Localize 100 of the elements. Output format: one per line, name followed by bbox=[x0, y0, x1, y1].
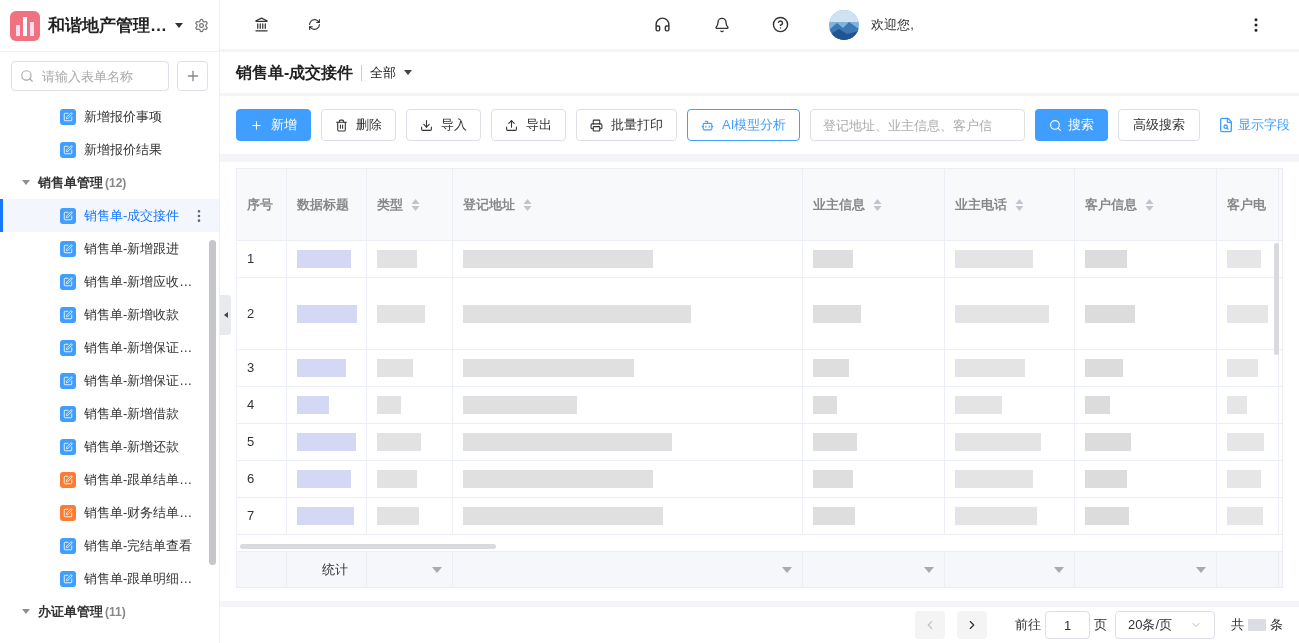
dropdown-icon[interactable] bbox=[1054, 566, 1064, 573]
sidebar-item[interactable]: 销售单-新增借款 bbox=[0, 397, 219, 430]
page-size-select[interactable]: 20条/页 bbox=[1115, 611, 1215, 639]
sidebar-item[interactable]: 销售单-跟单明细… bbox=[0, 562, 219, 595]
blurred-text bbox=[377, 304, 425, 323]
sort-icon[interactable] bbox=[523, 197, 532, 212]
scrollbar[interactable] bbox=[209, 240, 216, 565]
welcome-text: 欢迎您, bbox=[871, 15, 914, 34]
caret-icon bbox=[22, 609, 30, 614]
sidebar-item[interactable]: 销售单-新增应收… bbox=[0, 265, 219, 298]
sort-icon[interactable] bbox=[1015, 197, 1024, 212]
blurred-text bbox=[297, 304, 357, 323]
blurred-text bbox=[1227, 359, 1258, 377]
blurred-text bbox=[1227, 507, 1263, 525]
dropdown-icon[interactable] bbox=[432, 566, 442, 573]
row-number: 7 bbox=[247, 507, 255, 526]
blurred-text bbox=[377, 433, 421, 451]
sidebar-item[interactable]: 新增报价结果 bbox=[0, 133, 219, 166]
settings-icon[interactable] bbox=[194, 18, 209, 33]
row-number: 1 bbox=[247, 250, 255, 269]
row-number: 3 bbox=[247, 359, 255, 378]
row-number: 2 bbox=[247, 304, 255, 323]
sidebar-item[interactable]: 销售单-跟单结单… bbox=[0, 463, 219, 496]
blurred-text bbox=[813, 250, 853, 268]
blurred-text bbox=[377, 359, 413, 377]
toolbar-button[interactable]: 批量打印 bbox=[576, 109, 677, 141]
advanced-search-button[interactable]: 高级搜索 bbox=[1118, 109, 1201, 141]
sort-icon[interactable] bbox=[1145, 197, 1154, 212]
dropdown-icon[interactable] bbox=[782, 566, 792, 573]
sidebar-item[interactable]: 销售单-新增还款 bbox=[0, 430, 219, 463]
blurred-text bbox=[1085, 433, 1131, 451]
row-number: 5 bbox=[247, 433, 255, 452]
search-field[interactable]: 请输入表单名称 bbox=[11, 61, 169, 91]
add-button[interactable] bbox=[177, 61, 208, 91]
dropdown-icon[interactable] bbox=[1196, 566, 1206, 573]
logo-icon bbox=[10, 10, 40, 41]
blurred-text bbox=[1085, 507, 1129, 525]
help-icon[interactable] bbox=[772, 16, 790, 33]
next-page-button[interactable] bbox=[957, 611, 987, 639]
sort-icon[interactable] bbox=[873, 197, 882, 212]
search-icon bbox=[20, 69, 34, 83]
collapse-handle[interactable] bbox=[220, 295, 231, 335]
blurred-text bbox=[297, 470, 351, 488]
blurred-text bbox=[813, 433, 857, 451]
row-number: 4 bbox=[247, 396, 255, 415]
blurred-text bbox=[1227, 396, 1247, 414]
headset-icon[interactable] bbox=[654, 16, 672, 33]
plus-icon bbox=[250, 118, 263, 132]
sidebar-group[interactable]: 办证单管理(11) bbox=[0, 595, 219, 628]
toolbar-button[interactable]: 导出 bbox=[491, 109, 566, 141]
sidebar-item[interactable]: 新增报价事项 bbox=[0, 100, 219, 133]
sidebar-item[interactable]: 销售单-新增跟进 bbox=[0, 232, 219, 265]
blurred-text bbox=[813, 304, 861, 323]
horizontal-scrollbar[interactable] bbox=[240, 544, 496, 549]
search-field[interactable]: 登记地址、业主信息、客户信 bbox=[810, 109, 1026, 141]
blurred-text bbox=[1085, 396, 1110, 414]
sidebar-item[interactable]: 销售单-成交接件 bbox=[0, 199, 219, 232]
footer-label: 统计 bbox=[322, 560, 348, 579]
toolbar-button[interactable]: 导入 bbox=[406, 109, 481, 141]
blurred-text bbox=[813, 396, 837, 414]
app-title: 和谐地产管理… bbox=[48, 14, 167, 37]
sidebar-item[interactable]: 销售单-新增保证… bbox=[0, 331, 219, 364]
bell-icon[interactable] bbox=[714, 16, 731, 33]
sidebar-item[interactable]: 销售单-完结单查看 bbox=[0, 529, 219, 562]
bank-icon[interactable] bbox=[254, 17, 269, 32]
blurred-text bbox=[1085, 250, 1127, 268]
sidebar-item[interactable]: 销售单-新增保证… bbox=[0, 364, 219, 397]
blurred-text bbox=[297, 396, 329, 414]
total-label: 条 bbox=[1270, 616, 1283, 635]
sort-icon[interactable] bbox=[411, 197, 420, 212]
page-title: 销售单-成交接件 bbox=[236, 62, 354, 83]
filter-dropdown[interactable]: 全部 bbox=[370, 62, 413, 83]
page-unit: 页 bbox=[1094, 616, 1107, 635]
caret-icon bbox=[404, 70, 413, 75]
sidebar-group[interactable]: 销售单管理(12) bbox=[0, 166, 219, 199]
blurred-text bbox=[1227, 433, 1264, 451]
caret-icon bbox=[22, 180, 30, 185]
refresh-icon[interactable] bbox=[308, 18, 321, 31]
sidebar-item[interactable]: 销售单-新增收款 bbox=[0, 298, 219, 331]
download-icon bbox=[420, 118, 433, 132]
blurred-text bbox=[297, 359, 346, 377]
blurred-text bbox=[377, 250, 417, 268]
blurred-text bbox=[1227, 470, 1261, 488]
blurred-text bbox=[813, 359, 849, 377]
blurred-text bbox=[1227, 304, 1268, 323]
page-input[interactable]: 1 bbox=[1045, 611, 1090, 639]
vertical-scrollbar[interactable] bbox=[1274, 243, 1279, 355]
blurred-text bbox=[955, 359, 1025, 377]
dropdown-icon[interactable] bbox=[924, 566, 934, 573]
sidebar-item[interactable]: 销售单-财务结单… bbox=[0, 496, 219, 529]
total-label: 共 bbox=[1231, 616, 1244, 635]
blurred-text bbox=[377, 507, 419, 525]
robot-icon bbox=[701, 118, 714, 132]
blurred-text bbox=[1085, 304, 1135, 323]
blurred-text bbox=[377, 396, 401, 414]
file-search-icon bbox=[1218, 117, 1235, 133]
blurred-text bbox=[377, 470, 417, 488]
toolbar-button[interactable]: 删除 bbox=[321, 109, 396, 141]
blurred-text bbox=[1227, 250, 1261, 268]
blurred-text bbox=[813, 507, 855, 525]
